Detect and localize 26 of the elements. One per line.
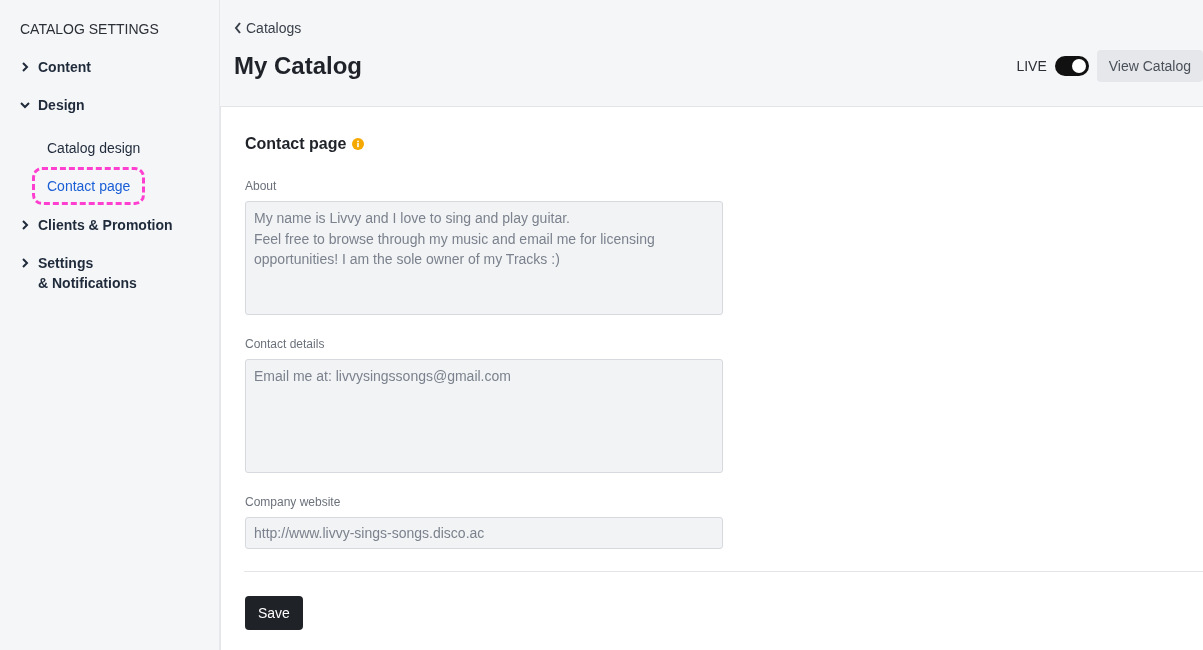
- live-toggle[interactable]: [1054, 56, 1089, 76]
- sidebar-subitem[interactable]: Contact page: [32, 167, 146, 205]
- sidebar-title: CATALOG SETTINGS: [20, 21, 159, 37]
- sidebar-subitem[interactable]: Catalog design: [32, 129, 156, 167]
- page-title: My Catalog: [234, 52, 363, 80]
- sidebar-item[interactable]: Settings & Notifications: [20, 253, 219, 293]
- text-area[interactable]: Email me at: livvysingssongs@gmail.com: [245, 359, 723, 473]
- chevron-right-icon: [20, 220, 30, 230]
- sidebar-item[interactable]: Design: [20, 95, 219, 115]
- field-label: Company website: [245, 495, 341, 509]
- input-field[interactable]: http://www.livvy-sings-songs.disco.ac: [245, 517, 723, 549]
- back-link[interactable]: Catalogs: [234, 20, 302, 36]
- text-area[interactable]: My name is Livvy and I love to sing and play guitar. Feel free to browse through my music and email me for licensing opportunities! I am the sole owner of my Tracks :): [245, 201, 723, 315]
- sidebar-item[interactable]: Clients & Promotion: [20, 215, 219, 235]
- chevron-right-icon: [20, 258, 30, 268]
- field-label: Contact details: [245, 337, 325, 351]
- sidebar-item[interactable]: Content: [20, 57, 219, 77]
- field-label: About: [245, 179, 277, 193]
- info-icon: [352, 138, 365, 150]
- save-button[interactable]: Save: [245, 596, 303, 630]
- live-label: LIVE: [1016, 58, 1047, 74]
- chevron-right-icon: [20, 62, 30, 72]
- chevron-down-icon: [20, 100, 30, 110]
- view-catalog-button[interactable]: View Catalog: [1096, 50, 1203, 82]
- chevron-left-icon: [234, 22, 242, 34]
- section-title: Contact page: [245, 135, 347, 153]
